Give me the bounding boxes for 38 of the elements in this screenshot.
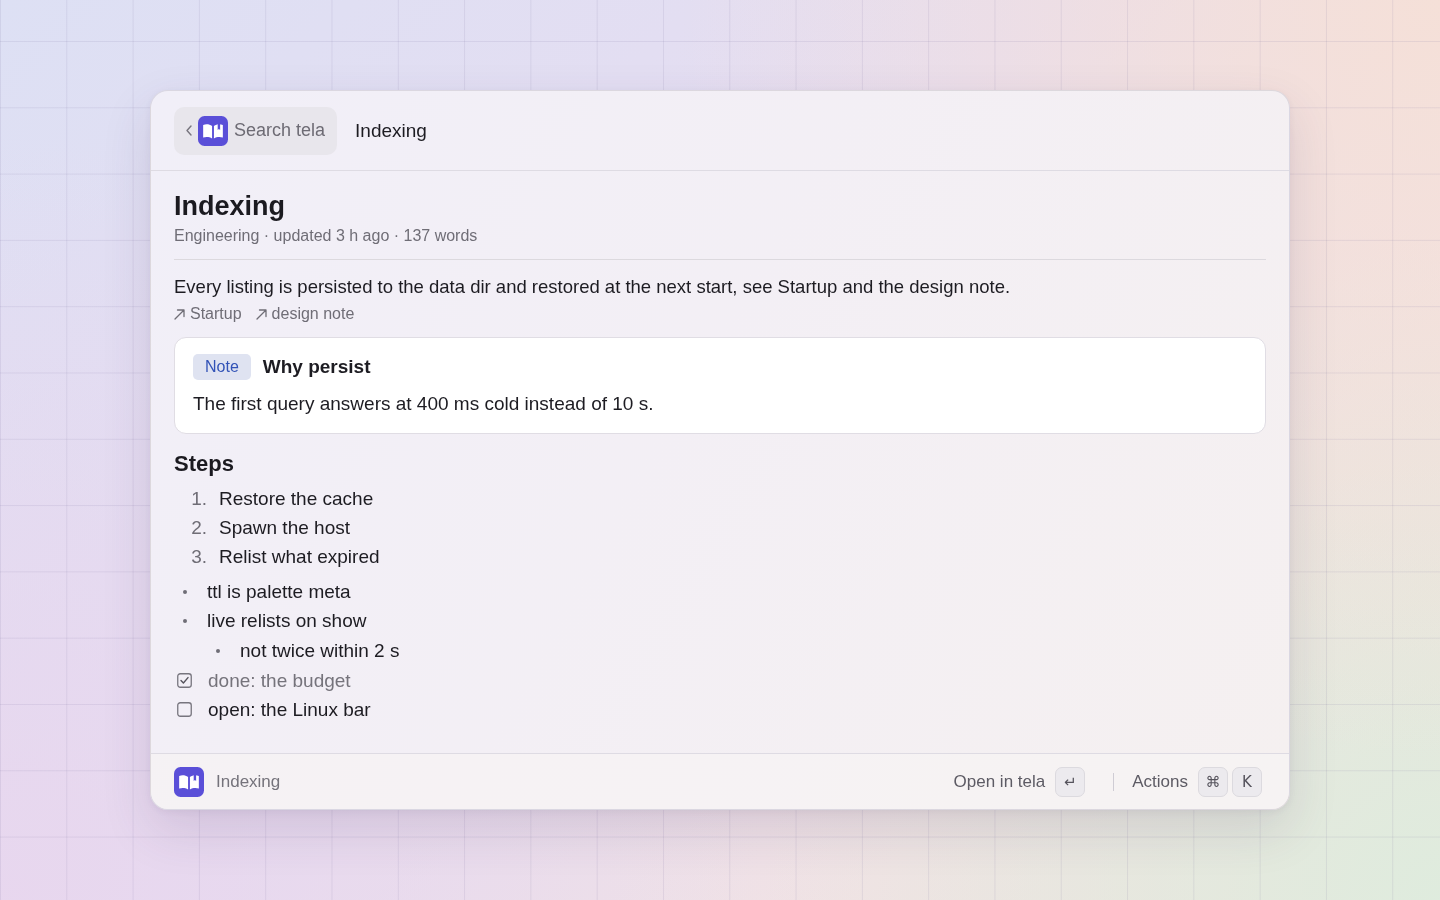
list-item-text: live relists on show [207,609,367,632]
task-text: open: the Linux bar [208,698,371,721]
list-item-text: Relist what expired [219,545,380,568]
footer-title: Indexing [216,771,281,792]
list-number: 3. [190,545,207,568]
checked-checkbox-icon[interactable] [177,673,192,688]
document-title: Indexing [174,190,286,223]
document-meta: Engineering · updated 3 h ago · 137 words [174,225,1266,260]
paragraph-text: Every listing is persisted to the data dir and restored at the next start, see Startup and the design note. [174,275,1012,299]
arrow-up-right-icon [255,308,267,320]
keyboard-key: ⌘ [1198,766,1228,797]
header-title: Indexing [355,119,427,142]
reference-link[interactable]: design note [255,303,355,325]
list-number: 2. [190,516,207,539]
list-item-text: Restore the cache [219,487,374,510]
keyboard-key: K [1232,766,1262,797]
section-heading: Steps [174,450,235,478]
keyboard-key: ↵ [1055,766,1086,797]
callout-title: Why persist [262,356,371,378]
book-logo-icon [174,766,204,797]
bullet-icon [183,589,187,594]
note-tag: Note [193,354,251,380]
action-button[interactable]: Open in tela ↵ [953,766,1086,797]
task-text: done: the budget [208,669,351,692]
action-button[interactable]: Actions ⌘ K [1132,766,1262,797]
chevron-left-icon [186,125,192,136]
callout-text: The first query answers at 400 ms cold instead of 10 s. [193,392,655,416]
list-item-text: ttl is palette meta [207,580,351,603]
list-number: 1. [190,487,207,510]
bullet-icon [183,618,187,623]
arrow-up-right-icon [174,308,185,320]
bullet-icon [216,648,220,653]
book-logo-icon [198,115,228,146]
list-item-text: not twice within 2 s [240,639,400,662]
reference-link[interactable]: Startup [174,303,242,325]
checkbox-icon[interactable] [177,702,192,717]
back-button[interactable]: Search tela [174,106,338,155]
list-item-text: Spawn the host [219,516,350,539]
